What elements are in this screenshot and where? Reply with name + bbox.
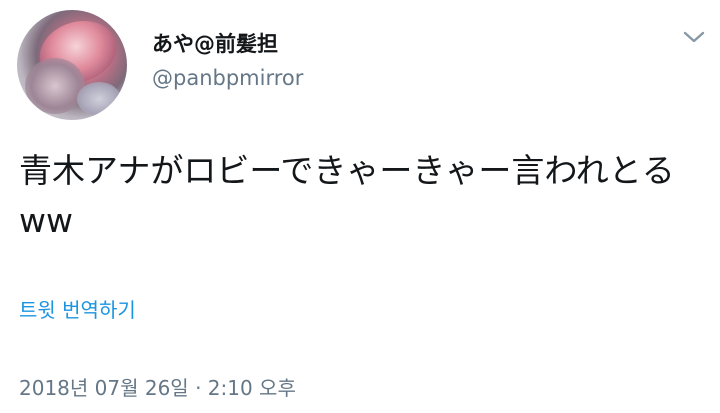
display-name[interactable]: あや@前髪担 bbox=[152, 28, 278, 58]
tweet-timestamp[interactable]: 2018년 07월 26일 · 2:10 오후 bbox=[19, 372, 296, 401]
avatar[interactable] bbox=[17, 10, 127, 120]
tweet-card: あや@前髪担 @panbpmirror 青木アナがロビーできゃーきゃー言われとる… bbox=[0, 0, 720, 413]
chevron-down-icon[interactable] bbox=[682, 28, 706, 46]
translate-tweet-link[interactable]: 트윗 번역하기 bbox=[19, 294, 136, 323]
tweet-text: 青木アナがロビーできゃーきゃー言われとるww bbox=[19, 151, 675, 240]
avatar-image-area bbox=[77, 82, 121, 116]
screen-name[interactable]: @panbpmirror bbox=[152, 66, 303, 90]
avatar-image-area bbox=[25, 58, 85, 114]
